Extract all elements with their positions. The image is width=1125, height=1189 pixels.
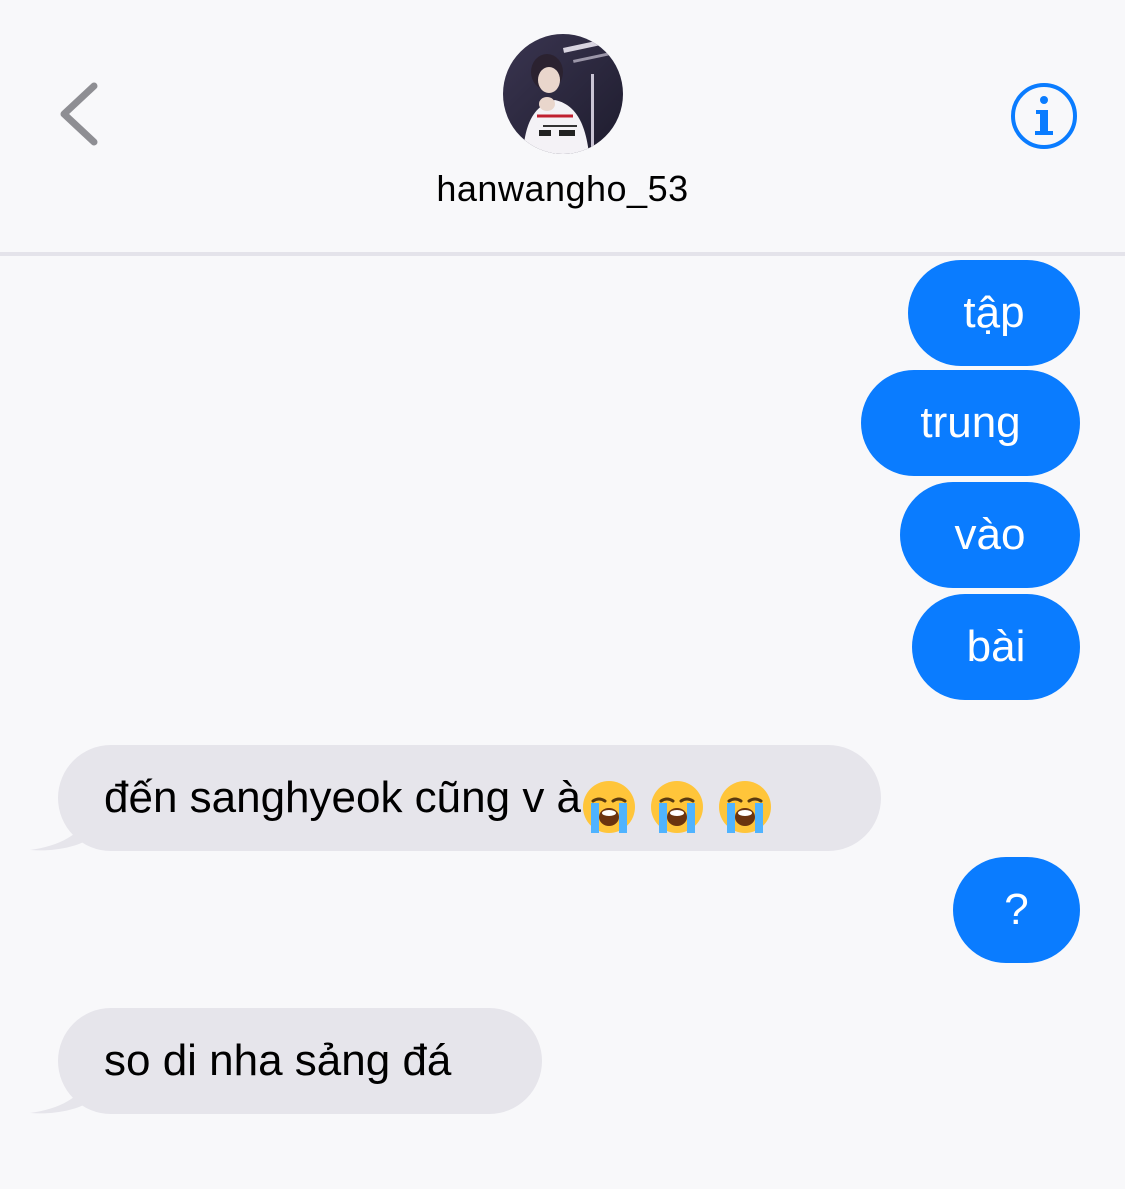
conversation-header: hanwangho_53 — [0, 0, 1125, 256]
message-text: tập — [963, 288, 1025, 337]
loudly-crying-face-icon — [581, 768, 637, 834]
contact-name[interactable]: hanwangho_53 — [0, 168, 1125, 210]
outgoing-message[interactable]: trung — [861, 370, 1080, 476]
message-text: so di nha sảng đá — [104, 1036, 452, 1085]
message-text: đến sanghyeok cũng v à — [104, 773, 582, 822]
outgoing-message[interactable]: vào — [900, 482, 1080, 588]
info-circle-icon — [1011, 83, 1077, 149]
message-text: vào — [954, 510, 1026, 559]
outgoing-message[interactable]: ? — [953, 857, 1080, 963]
back-button[interactable] — [50, 74, 110, 154]
avatar-photo — [503, 34, 623, 154]
outgoing-message[interactable]: tập — [908, 260, 1080, 366]
message-text: ? — [1004, 885, 1029, 934]
loudly-crying-face-icon — [717, 768, 773, 834]
info-button[interactable] — [1008, 80, 1080, 152]
contact-avatar[interactable] — [503, 34, 623, 154]
message-thread[interactable]: tập trung vào bài đến sanghyeok cũng v à — [0, 256, 1125, 1189]
message-text: bài — [966, 622, 1026, 671]
loudly-crying-face-icon — [649, 768, 705, 834]
message-text: trung — [920, 398, 1021, 447]
incoming-message[interactable]: so di nha sảng đá — [58, 1008, 542, 1114]
outgoing-message[interactable]: bài — [912, 594, 1080, 700]
incoming-message[interactable]: đến sanghyeok cũng v à — [58, 745, 881, 851]
chevron-left-icon — [60, 82, 98, 146]
